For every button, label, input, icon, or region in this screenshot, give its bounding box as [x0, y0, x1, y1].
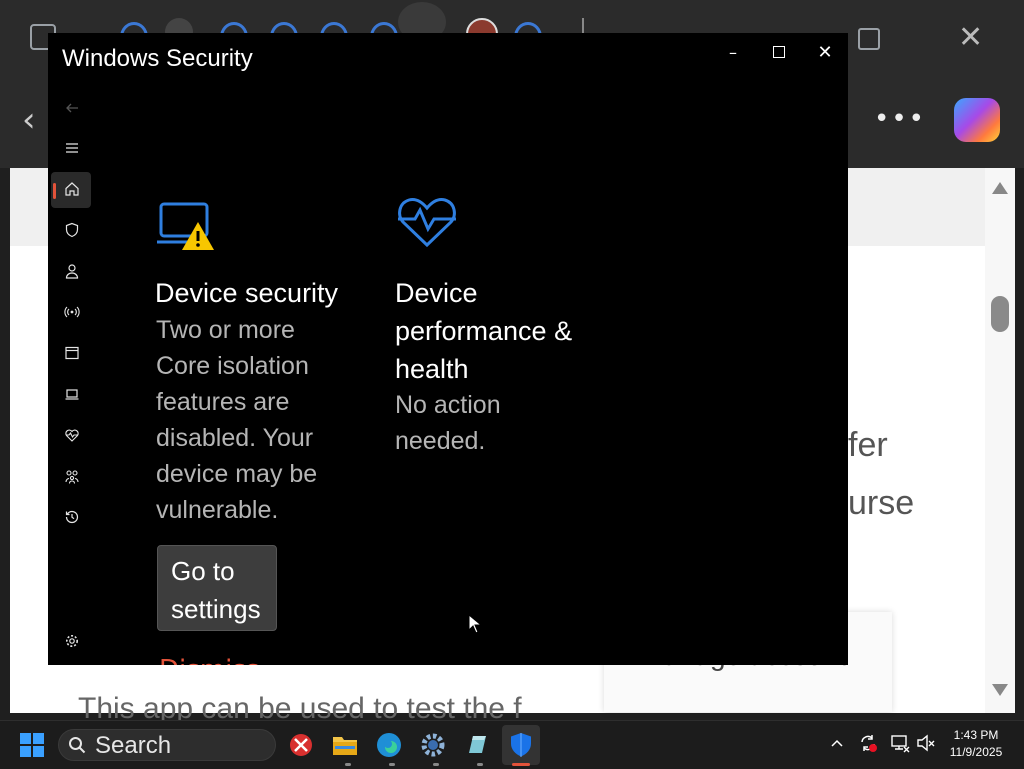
device-security-description: Two or more Core isolation features are … [156, 316, 318, 524]
clock[interactable]: 1:43 PM 11/9/2025 [932, 727, 1020, 761]
hamburger-menu-icon[interactable] [60, 136, 84, 160]
copilot-icon[interactable] [954, 98, 1000, 142]
app-browser-control-icon[interactable] [60, 341, 84, 365]
taskbar: Search 1:43 PM 11/9/2025 [0, 720, 1024, 769]
close-icon[interactable]: ✕ [802, 37, 848, 67]
more-options-icon[interactable]: ••• [874, 104, 926, 134]
mouse-cursor-icon [468, 613, 483, 638]
device-security-title: Device security [155, 278, 339, 308]
start-icon[interactable] [20, 733, 44, 757]
shield-icon[interactable] [60, 218, 84, 242]
device-security-warning-icon [156, 201, 218, 253]
page-scrollbar[interactable] [985, 168, 1015, 713]
firewall-network-icon[interactable] [60, 300, 84, 324]
notepad-icon[interactable] [461, 729, 493, 761]
page-text-fragment: urse [848, 484, 915, 522]
heartbeat-icon[interactable] [60, 423, 84, 447]
network-icon[interactable] [890, 733, 910, 757]
dismiss-all-link[interactable]: Dismiss all [159, 657, 289, 665]
scroll-up-icon[interactable] [992, 182, 1008, 194]
page-text-fragment: fer [848, 426, 888, 464]
search-box[interactable]: Search [58, 729, 276, 761]
active-app-indicator [512, 763, 530, 766]
sync-icon[interactable] [858, 733, 878, 757]
snipping-tool-icon[interactable] [285, 729, 317, 761]
close-icon[interactable]: ✕ [958, 20, 983, 55]
search-label: Search [95, 732, 172, 759]
back-arrow-icon[interactable]: ‹ [22, 100, 36, 140]
history-icon[interactable] [60, 505, 84, 529]
clock-date: 11/9/2025 [949, 745, 1003, 759]
go-to-settings-button[interactable]: Go to settings [157, 545, 277, 631]
maximize-icon[interactable] [756, 37, 802, 67]
window-title: Windows Security [62, 45, 253, 72]
device-performance-description: No action needed. [395, 391, 501, 455]
family-icon[interactable] [60, 464, 84, 488]
windows-security-window: Windows Security – ✕ Device security Two… [48, 33, 848, 665]
settings-icon[interactable] [417, 729, 449, 761]
running-indicator [477, 763, 483, 766]
scroll-down-icon[interactable] [992, 684, 1008, 696]
device-performance-title: Device performance & health [395, 278, 573, 384]
running-indicator [433, 763, 439, 766]
chevron-up-icon[interactable] [830, 735, 844, 754]
file-explorer-icon[interactable] [329, 729, 361, 761]
running-indicator [389, 763, 395, 766]
nav-active-indicator [53, 183, 56, 199]
running-indicator [345, 763, 351, 766]
device-laptop-icon[interactable] [60, 382, 84, 406]
edge-icon[interactable] [373, 729, 405, 761]
heartbeat-icon [396, 195, 458, 249]
scroll-thumb[interactable] [991, 296, 1009, 332]
clock-time: 1:43 PM [953, 728, 999, 742]
back-arrow-icon[interactable] [60, 96, 84, 120]
gear-icon[interactable] [60, 629, 84, 653]
home-icon[interactable] [60, 177, 84, 201]
restore-icon[interactable] [858, 28, 880, 50]
search-icon [68, 736, 86, 758]
windows-security-icon[interactable] [505, 729, 537, 761]
minimize-icon[interactable]: – [710, 37, 756, 67]
account-person-icon[interactable] [60, 259, 84, 283]
